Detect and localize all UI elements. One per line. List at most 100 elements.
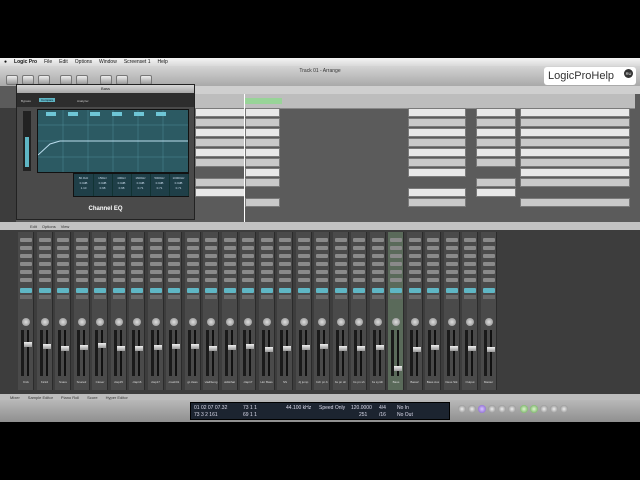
volume-fader[interactable] <box>190 344 199 350</box>
arrange-region[interactable] <box>408 148 466 157</box>
arrange-region[interactable] <box>408 128 466 137</box>
insert-slot[interactable] <box>168 246 180 250</box>
output-slot[interactable] <box>297 295 310 299</box>
arrange-region[interactable] <box>520 128 630 137</box>
arrange-region[interactable] <box>408 108 466 117</box>
insert-slot[interactable] <box>242 238 254 242</box>
insert-slot[interactable] <box>38 254 51 258</box>
output-slot[interactable] <box>168 295 180 299</box>
eq-insert-plugin[interactable] <box>371 288 384 293</box>
insert-slot[interactable] <box>20 246 32 250</box>
eq-insert-plugin[interactable] <box>131 288 143 293</box>
channel-strip[interactable]: Master <box>480 232 497 390</box>
insert-slot[interactable] <box>223 246 236 250</box>
eq-gain-slider[interactable] <box>23 111 31 171</box>
volume-fader[interactable] <box>42 344 51 349</box>
arrange-region[interactable] <box>245 168 280 177</box>
insert-slot[interactable] <box>427 246 439 250</box>
pan-knob[interactable] <box>225 318 234 326</box>
insert-slot[interactable] <box>149 238 162 242</box>
output-slot[interactable] <box>482 295 495 299</box>
insert-slot[interactable] <box>94 262 106 266</box>
eq-insert-plugin[interactable] <box>186 288 199 293</box>
insert-slot[interactable] <box>279 246 291 250</box>
arrange-region[interactable] <box>195 148 245 157</box>
insert-slot[interactable] <box>464 278 476 282</box>
volume-fader[interactable] <box>283 346 291 351</box>
arrange-region[interactable] <box>520 198 630 207</box>
apple-icon[interactable]: ● <box>4 59 7 65</box>
arrange-region[interactable] <box>476 178 516 187</box>
rewind-button[interactable] <box>488 405 496 413</box>
volume-fader[interactable] <box>486 346 495 352</box>
volume-fader[interactable] <box>357 346 365 351</box>
pan-knob[interactable] <box>170 318 178 326</box>
channel-strip[interactable]: Output <box>462 232 478 390</box>
insert-slot[interactable] <box>205 254 217 258</box>
insert-slot[interactable] <box>131 254 143 258</box>
cycle-button[interactable] <box>520 405 528 413</box>
insert-slot[interactable] <box>112 270 125 274</box>
channel-strip[interactable]: oldHihat <box>221 232 238 390</box>
insert-slot[interactable] <box>371 278 384 282</box>
volume-fader[interactable] <box>61 346 69 351</box>
play-button[interactable] <box>468 405 476 413</box>
eq-insert-plugin[interactable] <box>334 288 347 293</box>
insert-slot[interactable] <box>131 278 143 282</box>
insert-slot[interactable] <box>94 254 106 258</box>
arrange-region[interactable] <box>245 198 280 207</box>
channel-strip[interactable]: bs synth <box>369 232 386 390</box>
arrange-region[interactable] <box>408 198 466 207</box>
insert-slot[interactable] <box>316 246 328 250</box>
tab-score[interactable]: Score <box>87 395 97 400</box>
output-slot[interactable] <box>57 295 69 299</box>
eq-band[interactable]: 150Hz 0.0dB 0.98 <box>93 174 113 196</box>
pan-knob[interactable] <box>59 318 67 326</box>
insert-slot[interactable] <box>131 246 143 250</box>
eq-insert-plugin[interactable] <box>482 288 495 293</box>
eq-insert-plugin[interactable] <box>445 288 458 293</box>
insert-slot[interactable] <box>297 270 310 274</box>
insert-slot[interactable] <box>371 262 384 266</box>
eq-insert-plugin[interactable] <box>57 288 69 293</box>
insert-slot[interactable] <box>223 254 236 258</box>
insert-slot[interactable] <box>260 262 273 266</box>
insert-slot[interactable] <box>482 270 495 274</box>
stop-button[interactable] <box>478 405 486 413</box>
arrange-region[interactable] <box>520 138 630 147</box>
insert-slot[interactable] <box>75 278 88 282</box>
arrange-region[interactable] <box>195 108 245 117</box>
insert-slot[interactable] <box>205 270 217 274</box>
arrange-region[interactable] <box>408 138 466 147</box>
insert-slot[interactable] <box>168 238 180 242</box>
output-slot[interactable] <box>131 295 143 299</box>
insert-slot[interactable] <box>20 238 32 242</box>
arrange-region[interactable] <box>245 108 280 117</box>
output-slot[interactable] <box>353 295 365 299</box>
insert-slot[interactable] <box>464 270 476 274</box>
insert-slot[interactable] <box>260 238 273 242</box>
eq-insert-plugin[interactable] <box>38 288 51 293</box>
eq-insert-plugin[interactable] <box>408 288 421 293</box>
eq-insert-plugin[interactable] <box>279 288 291 293</box>
output-slot[interactable] <box>279 295 291 299</box>
insert-slot[interactable] <box>186 262 199 266</box>
insert-slot[interactable] <box>445 254 458 258</box>
volume-fader[interactable] <box>301 345 310 351</box>
channel-strip[interactable]: crash01 <box>166 232 182 390</box>
insert-slot[interactable] <box>205 278 217 282</box>
eq-insert-plugin[interactable] <box>390 288 402 293</box>
channel-strip[interactable]: clap16 <box>129 232 145 390</box>
insert-slot[interactable] <box>279 278 291 282</box>
insert-slot[interactable] <box>57 270 69 274</box>
arrange-region[interactable] <box>476 108 516 117</box>
arrange-region[interactable] <box>195 118 245 127</box>
eq-insert-plugin[interactable] <box>75 288 88 293</box>
channel-strip[interactable]: SS <box>277 232 293 390</box>
volume-fader[interactable] <box>375 345 384 351</box>
insert-slot[interactable] <box>75 262 88 266</box>
output-slot[interactable] <box>390 295 402 299</box>
insert-slot[interactable] <box>75 254 88 258</box>
pan-knob[interactable] <box>77 318 86 326</box>
insert-slot[interactable] <box>464 262 476 266</box>
